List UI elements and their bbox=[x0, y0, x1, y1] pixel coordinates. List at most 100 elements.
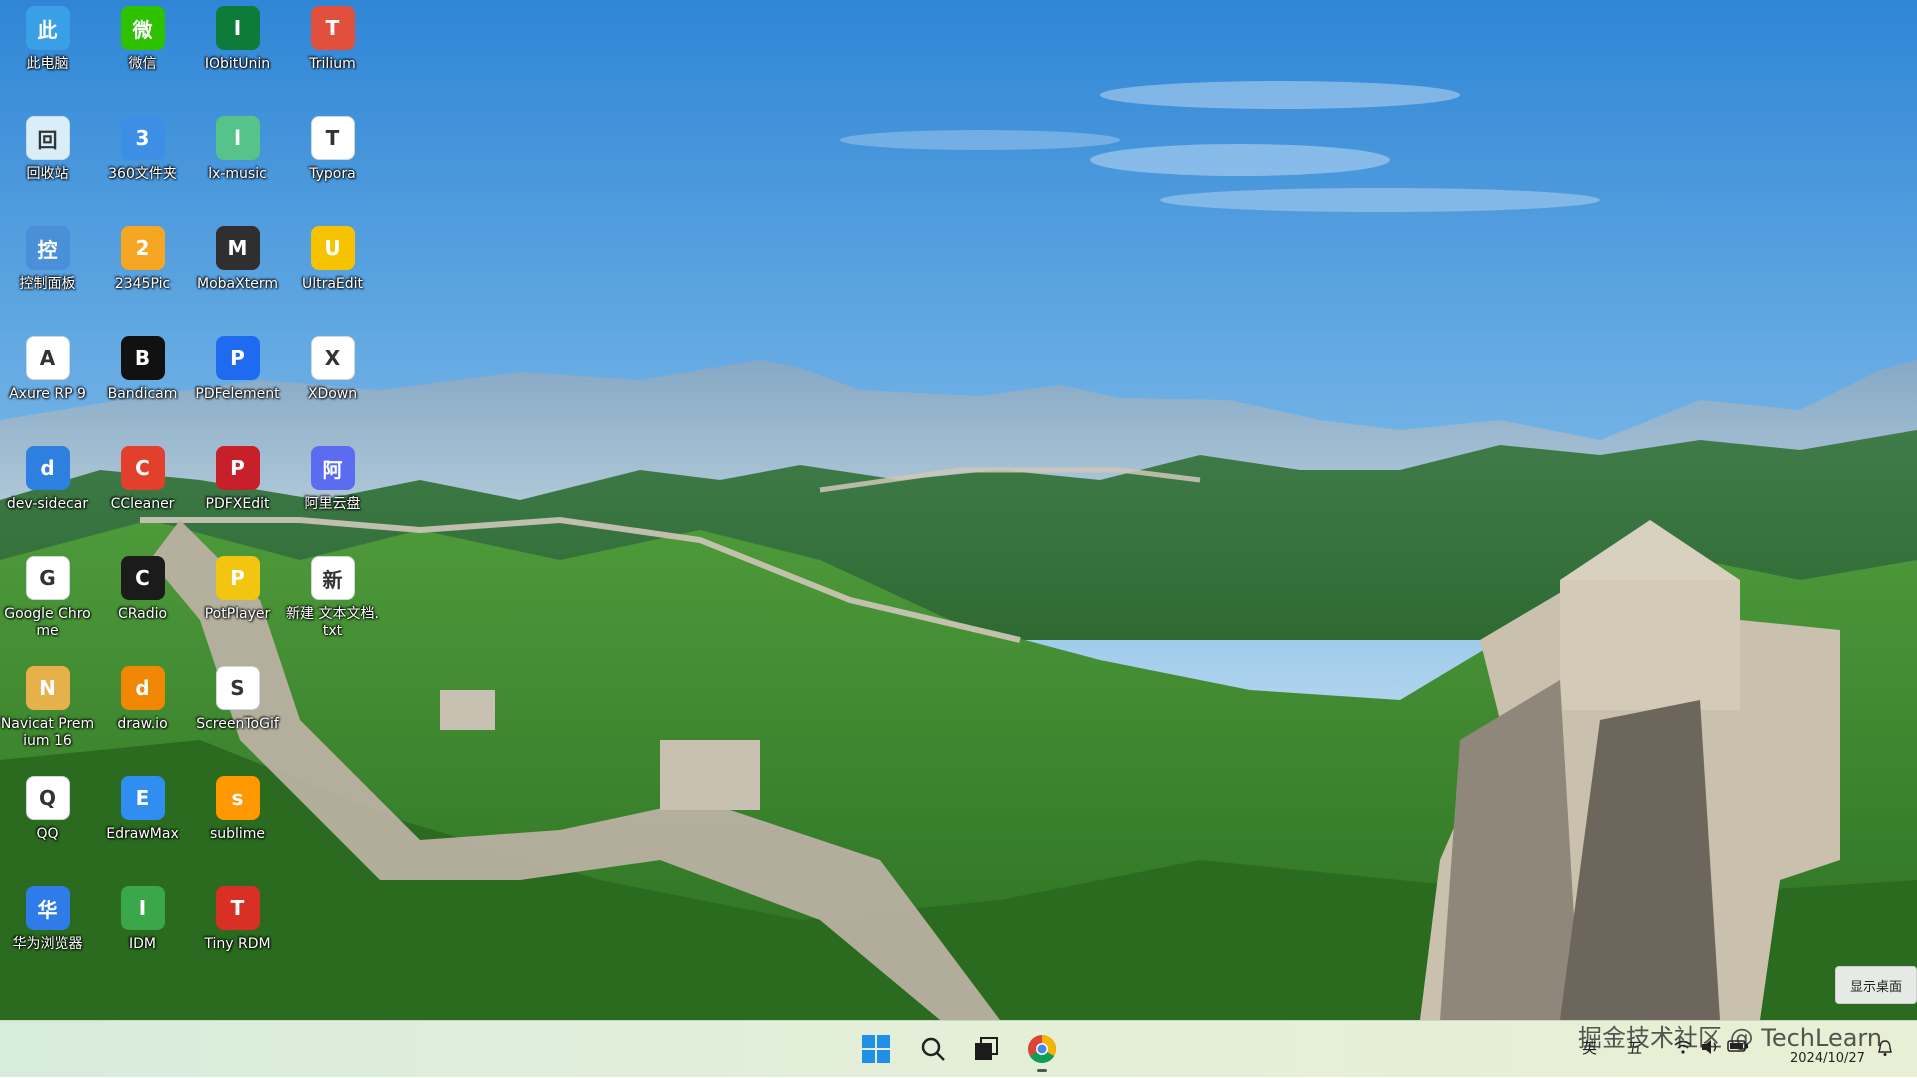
desktop-icon-label: Trilium bbox=[309, 56, 356, 72]
desktop-icon-label: CCleaner bbox=[110, 496, 175, 512]
desktop-icon-label: 360文件夹 bbox=[108, 166, 177, 182]
desktop-icon-aliyun-drive[interactable]: 阿阿里云盘 bbox=[285, 440, 380, 540]
drawio-icon: d bbox=[120, 666, 165, 710]
iobit-uninstaller-icon: I bbox=[215, 6, 260, 50]
desktop-icon-screentogif[interactable]: S ScreenToGif bbox=[190, 660, 285, 760]
chrome-icon: G bbox=[25, 556, 70, 600]
desktop-icon-label: dev-sidecar bbox=[6, 496, 89, 512]
desktop-icon-label: 华为浏览器 bbox=[12, 936, 83, 952]
desktop-icon-label: UltraEdit bbox=[301, 276, 364, 292]
typora-icon: T bbox=[310, 116, 355, 160]
desktop-icon-axure[interactable]: A Axure RP 9 bbox=[0, 330, 95, 430]
mobaxterm-icon: M bbox=[215, 226, 260, 270]
dev-sidecar-icon: d bbox=[25, 446, 70, 490]
text-file-icon: 新 bbox=[310, 556, 355, 600]
desktop-icon-grid: 此此电脑微微信 I IObitUnin T Trilium 回回收站 3 360文件夹 l lx-… bbox=[0, 0, 400, 1020]
lx-music-icon: l bbox=[215, 116, 260, 160]
sublime-icon: s bbox=[215, 776, 260, 820]
desktop-icon-xdown[interactable]: X XDown bbox=[285, 330, 380, 430]
wechat-icon: 微 bbox=[120, 6, 165, 50]
desktop-icon-label: PotPlayer bbox=[204, 606, 271, 622]
desktop-icon-potplayer[interactable]: P PotPlayer bbox=[190, 550, 285, 650]
desktop-icon-recycle-bin[interactable]: 回回收站 bbox=[0, 110, 95, 210]
control-panel-icon: 控 bbox=[25, 226, 70, 270]
desktop-icon-pdfelement[interactable]: P PDFelement bbox=[190, 330, 285, 430]
desktop-icon-ultraedit[interactable]: U UltraEdit bbox=[285, 220, 380, 320]
desktop-icon-qq[interactable]: Q QQ bbox=[0, 770, 95, 870]
desktop-icon-pdfxedit[interactable]: P PDFXEdit bbox=[190, 440, 285, 540]
desktop-icon-iobit-uninstaller[interactable]: I IObitUnin bbox=[190, 0, 285, 100]
desktop-icon-label: Tiny RDM bbox=[204, 936, 271, 952]
computer-icon: 此 bbox=[25, 6, 70, 50]
desktop-icon-label: 回收站 bbox=[26, 166, 69, 182]
start-button[interactable] bbox=[856, 1029, 896, 1069]
tiny-rdm-icon: T bbox=[215, 886, 260, 930]
task-view-icon bbox=[975, 1037, 998, 1060]
desktop-icon-tiny-rdm[interactable]: T Tiny RDM bbox=[190, 880, 285, 980]
desktop-icon-text-file[interactable]: 新新建 文本文档.txt bbox=[285, 550, 380, 650]
search-icon bbox=[921, 1037, 945, 1061]
desktop-icon-typora[interactable]: T Typora bbox=[285, 110, 380, 210]
navicat-icon: N bbox=[25, 666, 70, 710]
potplayer-icon: P bbox=[215, 556, 260, 600]
desktop-icon-label: 此电脑 bbox=[26, 56, 69, 72]
search-button[interactable] bbox=[913, 1029, 953, 1069]
show-desktop-tooltip: 显示桌面 bbox=[1835, 966, 1917, 1004]
desktop-icon-label: IDM bbox=[129, 936, 156, 952]
2345pic-icon: 2 bbox=[120, 226, 165, 270]
desktop-icon-wechat[interactable]: 微微信 bbox=[95, 0, 190, 100]
desktop-icon-label: EdrawMax bbox=[106, 826, 179, 842]
desktop-icon-cradio[interactable]: C CRadio bbox=[95, 550, 190, 650]
desktop-icon-ccleaner[interactable]: C CCleaner bbox=[95, 440, 190, 540]
desktop-icon-sublime[interactable]: s sublime bbox=[190, 770, 285, 870]
running-indicator bbox=[1037, 1069, 1047, 1072]
desktop-icon-huawei-browser[interactable]: 华华为浏览器 bbox=[0, 880, 95, 980]
desktop-icon-drawio[interactable]: d draw.io bbox=[95, 660, 190, 760]
desktop-icon-label: 阿里云盘 bbox=[304, 496, 361, 512]
desktop-icon-dev-sidecar[interactable]: d dev-sidecar bbox=[0, 440, 95, 540]
desktop-icon-label: PDFXEdit bbox=[205, 496, 270, 512]
desktop-icon-idm[interactable]: I IDM bbox=[95, 880, 190, 980]
pdfelement-icon: P bbox=[215, 336, 260, 380]
qq-icon: Q bbox=[25, 776, 70, 820]
desktop-icon-folder-360[interactable]: 3 360文件夹 bbox=[95, 110, 190, 210]
desktop-icon-label: 控制面板 bbox=[19, 276, 76, 292]
desktop-icon-label: Google Chrome bbox=[4, 606, 91, 639]
bandicam-icon: B bbox=[120, 336, 165, 380]
desktop-icon-chrome[interactable]: G Google Chrome bbox=[0, 550, 95, 650]
desktop-icon-label: Typora bbox=[309, 166, 356, 182]
windows-start-icon bbox=[862, 1035, 890, 1063]
desktop-icon-trilium[interactable]: T Trilium bbox=[285, 0, 380, 100]
recycle-bin-icon: 回 bbox=[25, 116, 70, 160]
desktop-icon-label: PDFelement bbox=[195, 386, 280, 402]
desktop-icon-label: QQ bbox=[36, 826, 59, 842]
desktop-icon-label: XDown bbox=[307, 386, 358, 402]
desktop-icon-label: draw.io bbox=[117, 716, 168, 732]
desktop-icon-label: IObitUnin bbox=[204, 56, 271, 72]
desktop-icon-label: Axure RP 9 bbox=[9, 386, 86, 402]
desktop-icon-2345pic[interactable]: 2 2345Pic bbox=[95, 220, 190, 320]
axure-icon: A bbox=[25, 336, 70, 380]
taskbar-chrome-button[interactable] bbox=[1022, 1029, 1062, 1072]
clock-date[interactable]: 2024/10/27 bbox=[1790, 1051, 1865, 1066]
desktop[interactable]: 此此电脑微微信 I IObitUnin T Trilium 回回收站 3 360文件夹 l lx-… bbox=[0, 0, 1917, 1020]
cradio-icon: C bbox=[120, 556, 165, 600]
task-view-button[interactable] bbox=[966, 1029, 1006, 1069]
desktop-icon-bandicam[interactable]: B Bandicam bbox=[95, 330, 190, 430]
desktop-icon-lx-music[interactable]: l lx-music bbox=[190, 110, 285, 210]
idm-icon: I bbox=[120, 886, 165, 930]
desktop-icon-mobaxterm[interactable]: M MobaXterm bbox=[190, 220, 285, 320]
desktop-icon-control-panel[interactable]: 控控制面板 bbox=[0, 220, 95, 320]
huawei-browser-icon: 华 bbox=[25, 886, 70, 930]
desktop-icon-edrawmax[interactable]: E EdrawMax bbox=[95, 770, 190, 870]
desktop-icon-navicat[interactable]: N Navicat Premium 16 bbox=[0, 660, 95, 760]
folder-360-icon: 3 bbox=[120, 116, 165, 160]
desktop-icon-computer[interactable]: 此此电脑 bbox=[0, 0, 95, 100]
ultraedit-icon: U bbox=[310, 226, 355, 270]
aliyun-drive-icon: 阿 bbox=[310, 446, 355, 490]
desktop-icon-label: Navicat Premium 16 bbox=[0, 716, 95, 749]
ccleaner-icon: C bbox=[120, 446, 165, 490]
desktop-icon-label: 微信 bbox=[128, 56, 157, 72]
desktop-icon-label: sublime bbox=[209, 826, 266, 842]
desktop-icon-label: CRadio bbox=[117, 606, 168, 622]
